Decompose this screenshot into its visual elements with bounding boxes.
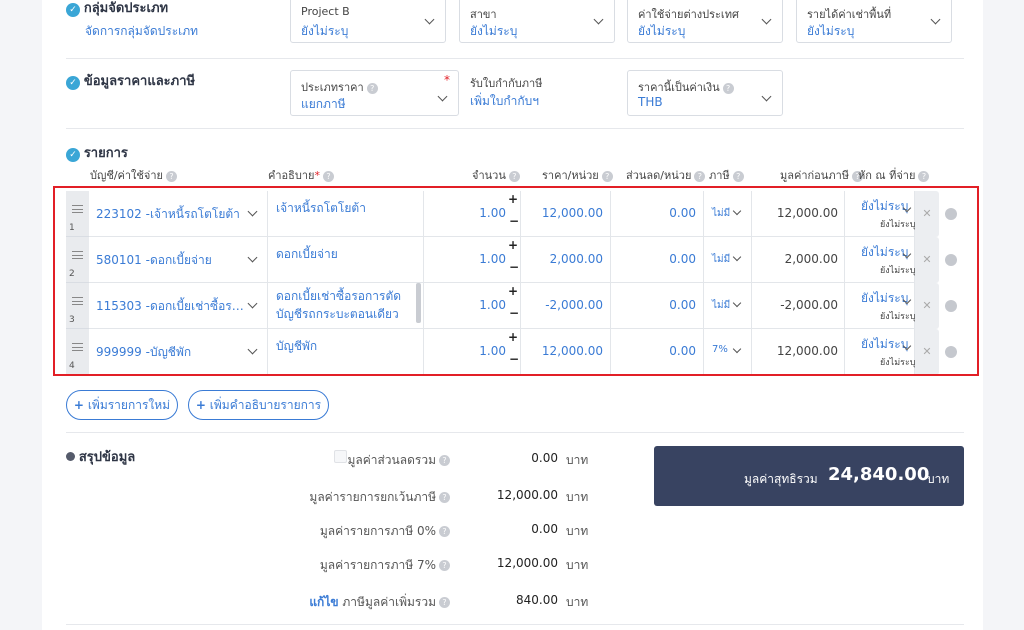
help-icon: ? [732, 170, 744, 182]
chevron-down-icon [437, 91, 448, 102]
net-total-panel: มูลค่าสุทธิรวม 24,840.00 บาท [654, 446, 964, 506]
required-asterisk: * [444, 73, 450, 87]
help-icon: ? [722, 82, 734, 94]
summary-label: มูลค่ารายการภาษี 7%? [260, 556, 450, 575]
items-title: รายการ [83, 146, 128, 161]
divider [66, 58, 964, 59]
header-unit-price: ราคา/หน่วย? [542, 166, 613, 184]
add-description-button[interactable]: + เพิ่มคำอธิบายรายการ [188, 390, 329, 420]
header-tax: ภาษี? [709, 166, 744, 184]
pricing-section-header: ✓ ข้อมูลราคาและภาษี [66, 70, 195, 91]
chevron-down-icon [761, 14, 772, 25]
highlight-box [53, 186, 979, 376]
bullet-icon [66, 452, 75, 461]
summary-label: แก้ไข ภาษีมูลค่าเพิ่มรวม? [250, 593, 450, 612]
net-total-label: มูลค่าสุทธิรวม [744, 472, 818, 486]
net-total-value: 24,840.00 [828, 464, 930, 485]
edit-vat-link[interactable]: แก้ไข [309, 595, 338, 609]
group-select-foreign-expense[interactable]: ค่าใช้จ่ายต่างประเทศ ยังไม่ระบุ [627, 0, 783, 43]
currency-select[interactable]: ราคานี้เป็นค่าเงิน? THB [627, 70, 783, 116]
check-circle-icon: ✓ [66, 148, 80, 162]
summary-label: มูลค่าส่วนลดรวม? [300, 451, 450, 470]
net-total-unit: บาท [927, 472, 950, 486]
header-account: บัญชี/ค่าใช้จ่าย? [90, 166, 177, 184]
chevron-down-icon [424, 14, 435, 25]
price-type-select[interactable]: ประเภทราคา? * แยกภาษี [290, 70, 459, 116]
divider [66, 128, 964, 129]
help-icon: ? [508, 170, 520, 182]
divider [66, 624, 964, 625]
chevron-down-icon [930, 14, 941, 25]
header-discount: ส่วนลด/หน่วย? [626, 166, 706, 184]
group-title: กลุ่มจัดประเภท [83, 1, 169, 16]
help-icon: ? [322, 170, 334, 182]
summary-label: มูลค่ารายการภาษี 0%? [260, 522, 450, 541]
items-section-header: ✓ รายการ [66, 142, 128, 163]
check-circle-icon: ✓ [66, 76, 80, 90]
help-icon: ? [601, 170, 613, 182]
group-select-rental-income[interactable]: รายได้ค่าเช่าพื้นที่ ยังไม่ระบุ [796, 0, 952, 43]
chevron-down-icon [593, 14, 604, 25]
group-select-project[interactable]: Project B ยังไม่ระบุ [290, 0, 446, 43]
header-pre-tax: มูลค่าก่อนภาษี? [780, 166, 863, 184]
help-icon: ? [439, 492, 450, 503]
manage-group-link[interactable]: จัดการกลุ่มจัดประเภท [85, 22, 198, 41]
summary-header: สรุปข้อมูล [66, 446, 135, 467]
header-description: คำอธิบาย*? [268, 166, 334, 184]
help-icon: ? [366, 82, 378, 94]
group-section-header: ✓ กลุ่มจัดประเภท [66, 0, 168, 18]
help-icon: ? [918, 170, 930, 182]
help-icon: ? [439, 560, 450, 571]
add-tax-invoice-link[interactable]: เพิ่มใบกำกับฯ [470, 92, 539, 111]
header-withholding: หัก ณ ที่จ่าย? [858, 166, 930, 184]
tax-invoice-label: รับใบกำกับภาษี [470, 77, 543, 90]
divider [66, 432, 964, 433]
help-icon: ? [439, 526, 450, 537]
help-icon: ? [165, 170, 177, 182]
pricing-title: ข้อมูลราคาและภาษี [83, 74, 196, 89]
summary-label: มูลค่ารายการยกเว้นภาษี? [260, 488, 450, 507]
group-select-branch[interactable]: สาขา ยังไม่ระบุ [459, 0, 615, 43]
chevron-down-icon [761, 91, 772, 102]
add-item-button[interactable]: + เพิ่มรายการใหม่ [66, 390, 178, 420]
header-qty: จำนวน? [472, 166, 520, 184]
help-icon: ? [439, 455, 450, 466]
help-icon: ? [439, 597, 450, 608]
check-circle-icon: ✓ [66, 3, 80, 17]
help-icon: ? [694, 170, 706, 182]
